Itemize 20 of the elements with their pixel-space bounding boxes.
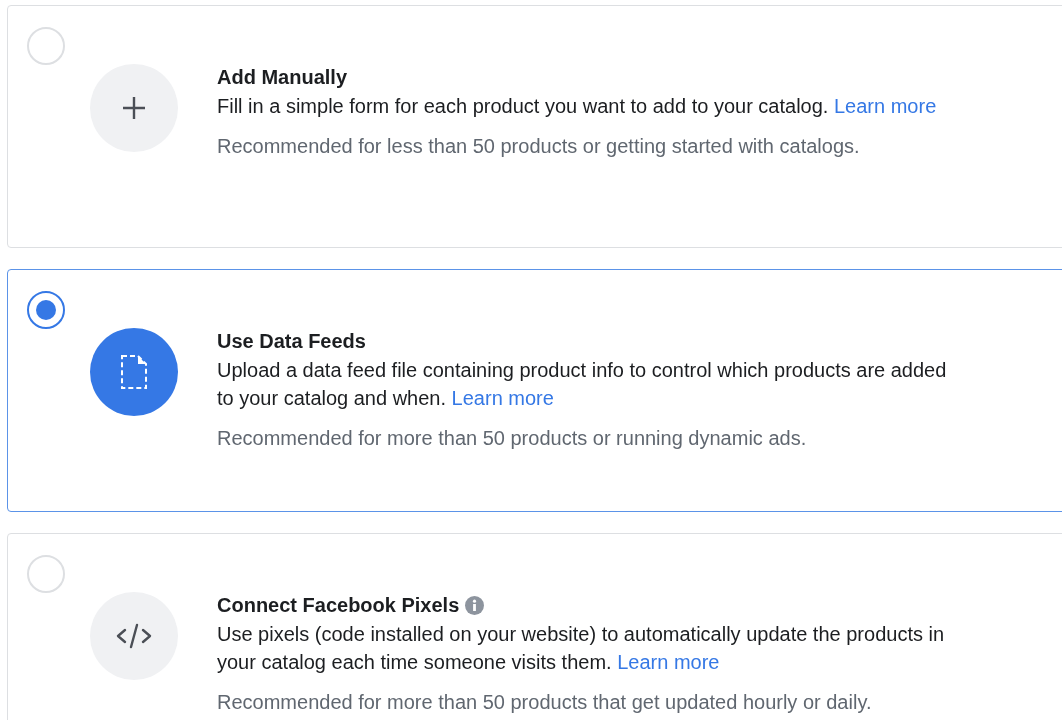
option-card[interactable] [7, 533, 1062, 720]
info-icon[interactable] [465, 595, 485, 615]
code-icon [115, 623, 153, 649]
learn-more-link[interactable]: Learn more [617, 651, 720, 673]
file-icon [119, 354, 149, 390]
recommendation-note: Recommended for more than 50 products that get updated hourly or daily. [217, 690, 873, 715]
option-card[interactable]: Add Manually Fill in a simple form for each product you want to add to your catalog. Learn more Recommended for less than 50 products or getting started with catalogs. [7, 5, 1062, 248]
option-description: Fill in a simple form for each product you want to add to your catalog. Learn more [217, 94, 938, 119]
option-title: Add Manually [217, 65, 347, 90]
option-title: Use Data Feeds [217, 329, 366, 354]
option-description: Upload a data feed file containing product info to control which products are added to your catalog and when. Learn more [217, 358, 948, 411]
radio-button[interactable] [27, 291, 65, 329]
option-description: Use pixels (code installed on your website) to automatically update the products in your catalog each time someone visits them. Learn more [217, 622, 946, 675]
learn-more-link[interactable]: Learn more [451, 387, 554, 409]
option-title: Connect Facebook Pixels [217, 593, 460, 618]
option-card[interactable]: Use Data Feeds Upload a data feed file containing product info to control which products are added to your catalog and when. Learn more Recommended for more than 50 products or running dynamic ads. [7, 269, 1062, 512]
plus-icon [121, 95, 147, 121]
learn-more-link[interactable]: Learn more [834, 95, 937, 117]
recommendation-note: Recommended for less than 50 products or getting started with catalogs. [217, 134, 861, 159]
recommendation-note: Recommended for more than 50 products or running dynamic ads. [217, 426, 808, 451]
